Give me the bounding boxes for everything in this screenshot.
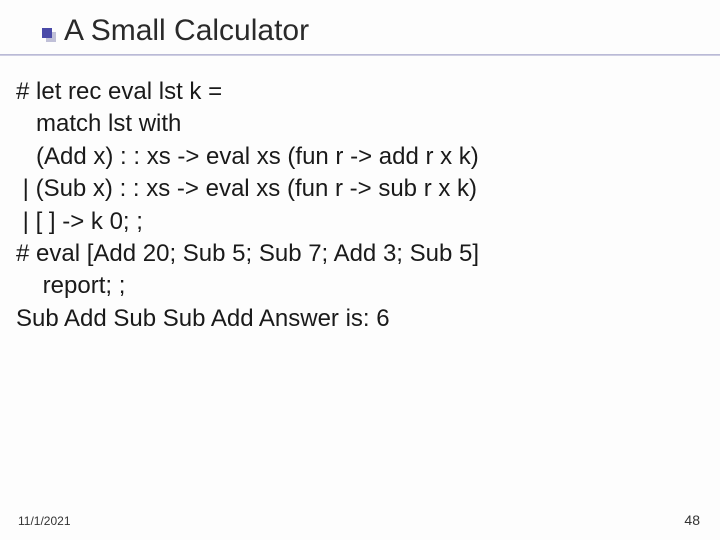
code-line: report; ; [16, 270, 704, 302]
code-line: Sub Add Sub Sub Add Answer is: 6 [16, 303, 704, 335]
title-bullet-icon [42, 28, 52, 38]
code-line: (Add x) : : xs -> eval xs (fun r -> add … [16, 141, 704, 173]
code-line: match lst with [16, 108, 704, 140]
code-line: | [ ] -> k 0; ; [16, 206, 704, 238]
slide-title: A Small Calculator [64, 14, 309, 48]
footer-page-number: 48 [684, 512, 700, 528]
footer-date: 11/1/2021 [18, 514, 71, 528]
code-line: # eval [Add 20; Sub 5; Sub 7; Add 3; Sub… [16, 238, 704, 270]
slide-title-wrap: A Small Calculator [64, 14, 309, 48]
code-line: | (Sub x) : : xs -> eval xs (fun r -> su… [16, 173, 704, 205]
code-line: # let rec eval lst k = [16, 76, 704, 108]
title-underline [0, 54, 720, 56]
slide-body: # let rec eval lst k = match lst with (A… [16, 76, 704, 335]
